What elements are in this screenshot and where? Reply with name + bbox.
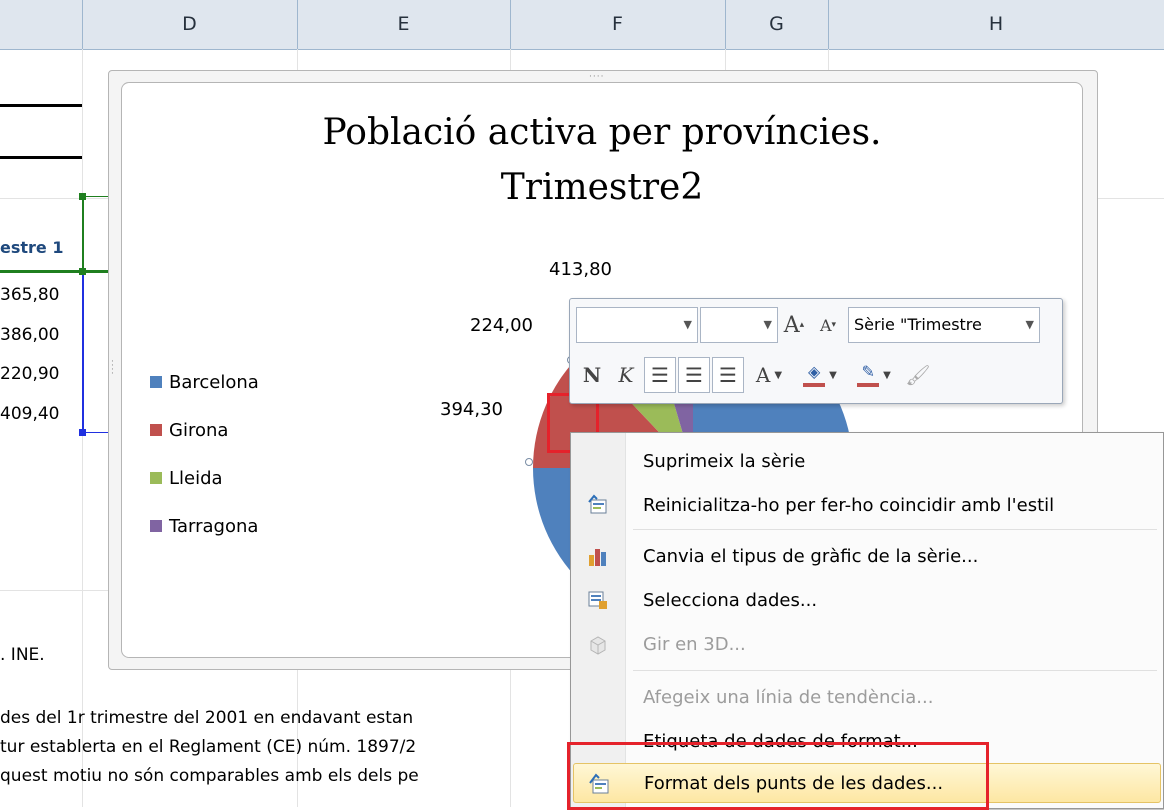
series-select-combo[interactable]: Sèrie "Trimestre ▼ bbox=[848, 307, 1040, 343]
menu-separator bbox=[633, 529, 1157, 530]
menu-item-select-data[interactable]: Selecciona dades... bbox=[573, 580, 1159, 620]
chevron-down-icon: ▼ bbox=[774, 369, 783, 381]
series-selection-handle[interactable] bbox=[525, 458, 533, 466]
cell-border bbox=[0, 156, 82, 159]
shrink-font-button[interactable]: A ▾ bbox=[812, 307, 844, 343]
chart-type-icon bbox=[589, 549, 606, 566]
footnote-line[interactable]: des del 1r trimestre del 2001 en endavan… bbox=[0, 708, 413, 728]
select-data-icon bbox=[588, 591, 607, 609]
align-left-button[interactable]: ☰ bbox=[644, 357, 676, 393]
selection-handle[interactable] bbox=[79, 429, 86, 436]
legend-label: Girona bbox=[169, 419, 229, 441]
selection-handle[interactable] bbox=[79, 193, 86, 200]
legend-label: Barcelona bbox=[169, 371, 259, 393]
chart-resize-handle[interactable]: ···· bbox=[589, 72, 604, 82]
font-color-button[interactable]: A ▼ bbox=[746, 357, 792, 393]
italic-button[interactable]: K bbox=[610, 357, 642, 393]
align-left-icon: ☰ bbox=[651, 363, 669, 387]
grow-font-icon: A bbox=[783, 312, 800, 338]
chevron-down-icon: ▼ bbox=[763, 318, 772, 331]
outline-color-button[interactable]: ✎ ▼ bbox=[848, 357, 900, 393]
highlight-box bbox=[567, 742, 989, 810]
footnote-line[interactable]: quest motiu no són comparables amb els d… bbox=[0, 766, 419, 786]
chevron-down-icon: ▼ bbox=[883, 369, 891, 381]
font-name-combo[interactable]: ▼ bbox=[576, 307, 698, 343]
fill-color-button[interactable]: ◈ ▼ bbox=[794, 357, 846, 393]
column-header-f[interactable]: F bbox=[510, 0, 726, 49]
chevron-down-icon: ▼ bbox=[829, 369, 837, 381]
footnote-line[interactable]: tur establerta en el Reglament (CE) núm.… bbox=[0, 737, 416, 757]
menu-item-3d-rotation[interactable]: Gir en 3D... bbox=[573, 624, 1159, 664]
align-right-button[interactable]: ☰ bbox=[712, 357, 744, 393]
menu-item-label: Canvia el tipus de gràfic de la sèrie... bbox=[643, 545, 979, 567]
cell-value[interactable]: 386,00 bbox=[0, 325, 59, 345]
cell-border bbox=[0, 104, 82, 107]
chart-resize-handle[interactable]: ···· bbox=[111, 358, 114, 379]
menu-item-label: Afegeix una línia de tendència... bbox=[643, 686, 934, 708]
data-label-lleida[interactable]: 413,80 bbox=[549, 259, 612, 280]
format-painter-icon: 🖌 bbox=[905, 363, 931, 387]
cell-value[interactable]: 365,80 bbox=[0, 285, 59, 305]
chart-title-line-1: Població activa per províncies. bbox=[322, 112, 882, 153]
chart-title-line-2: Trimestre2 bbox=[500, 167, 704, 208]
legend-swatch-girona bbox=[150, 424, 162, 436]
legend-swatch-barcelona bbox=[150, 376, 162, 388]
menu-item-label: Suprimeix la sèrie bbox=[643, 450, 806, 472]
legend-item[interactable]: Barcelona bbox=[150, 358, 259, 406]
legend-item[interactable]: Tarragona bbox=[150, 502, 259, 550]
pencil-icon: ✎ bbox=[857, 363, 880, 387]
bold-button[interactable]: N bbox=[576, 357, 608, 393]
bold-icon: N bbox=[582, 363, 602, 387]
font-color-icon: A bbox=[755, 363, 771, 387]
menu-item-label: Selecciona dades... bbox=[643, 589, 818, 611]
selection-border bbox=[0, 270, 122, 273]
column-header-bar: D E F G H bbox=[0, 0, 1164, 50]
menu-separator bbox=[633, 670, 1157, 671]
series-select-label: Sèrie "Trimestre bbox=[854, 315, 982, 334]
legend-swatch-tarragona bbox=[150, 520, 162, 532]
font-size-combo[interactable]: ▼ bbox=[700, 307, 778, 343]
grid-line bbox=[0, 590, 108, 591]
data-label-barcelona[interactable]: 394,30 bbox=[440, 399, 503, 420]
legend-swatch-lleida bbox=[150, 472, 162, 484]
source-note[interactable]: . INE. bbox=[0, 645, 45, 665]
grow-font-button[interactable]: A ▴ bbox=[778, 307, 810, 343]
reset-style-icon bbox=[588, 494, 607, 514]
column-header-h[interactable]: H bbox=[828, 0, 1164, 49]
shrink-font-icon: A bbox=[819, 315, 832, 335]
align-center-icon: ☰ bbox=[685, 363, 703, 387]
mini-toolbar: ▼ ▼ A ▴ A ▾ Sèrie "Trimestre ▼ N K ☰ ☰ ☰ A… bbox=[569, 298, 1063, 404]
column-header-e[interactable]: E bbox=[297, 0, 511, 49]
cell-value[interactable]: 220,90 bbox=[0, 364, 59, 384]
legend-label: Tarragona bbox=[169, 515, 259, 537]
menu-item-delete-series[interactable]: Suprimeix la sèrie bbox=[573, 441, 1159, 481]
chevron-down-icon: ▼ bbox=[683, 318, 692, 331]
menu-item-change-chart-type[interactable]: Canvia el tipus de gràfic de la sèrie... bbox=[573, 536, 1159, 576]
menu-item-label: Gir en 3D... bbox=[643, 633, 746, 655]
column-header-d[interactable]: D bbox=[82, 0, 298, 49]
column-header-c[interactable] bbox=[0, 0, 83, 49]
cell-value[interactable]: 409,40 bbox=[0, 404, 59, 424]
align-right-icon: ☰ bbox=[719, 363, 737, 387]
selection-border bbox=[82, 272, 84, 434]
rotation-3d-icon bbox=[590, 636, 606, 655]
menu-item-add-trendline[interactable]: Afegeix una línia de tendència... bbox=[573, 677, 1159, 717]
align-center-button[interactable]: ☰ bbox=[678, 357, 710, 393]
chart-legend[interactable]: Barcelona Girona Lleida Tarragona bbox=[150, 358, 259, 550]
italic-icon: K bbox=[618, 363, 634, 387]
legend-item[interactable]: Lleida bbox=[150, 454, 259, 502]
selection-handle[interactable] bbox=[79, 268, 86, 275]
column-header-g[interactable]: G bbox=[725, 0, 829, 49]
header-cell-trimestre-1[interactable]: estre 1 bbox=[0, 238, 63, 257]
legend-item[interactable]: Girona bbox=[150, 406, 259, 454]
menu-item-label: Reinicialitza-ho per fer-ho coincidir am… bbox=[643, 494, 1055, 516]
menu-item-reset-style[interactable]: Reinicialitza-ho per fer-ho coincidir am… bbox=[573, 485, 1159, 525]
legend-label: Lleida bbox=[169, 467, 223, 489]
fill-bucket-icon: ◈ bbox=[803, 363, 826, 387]
format-painter-button[interactable]: 🖌 bbox=[902, 357, 934, 393]
chart-title[interactable]: Població activa per províncies. Trimestr… bbox=[122, 105, 1082, 215]
chevron-down-icon: ▼ bbox=[1025, 318, 1034, 331]
selection-border bbox=[82, 196, 84, 272]
data-label-girona[interactable]: 224,00 bbox=[470, 315, 533, 336]
